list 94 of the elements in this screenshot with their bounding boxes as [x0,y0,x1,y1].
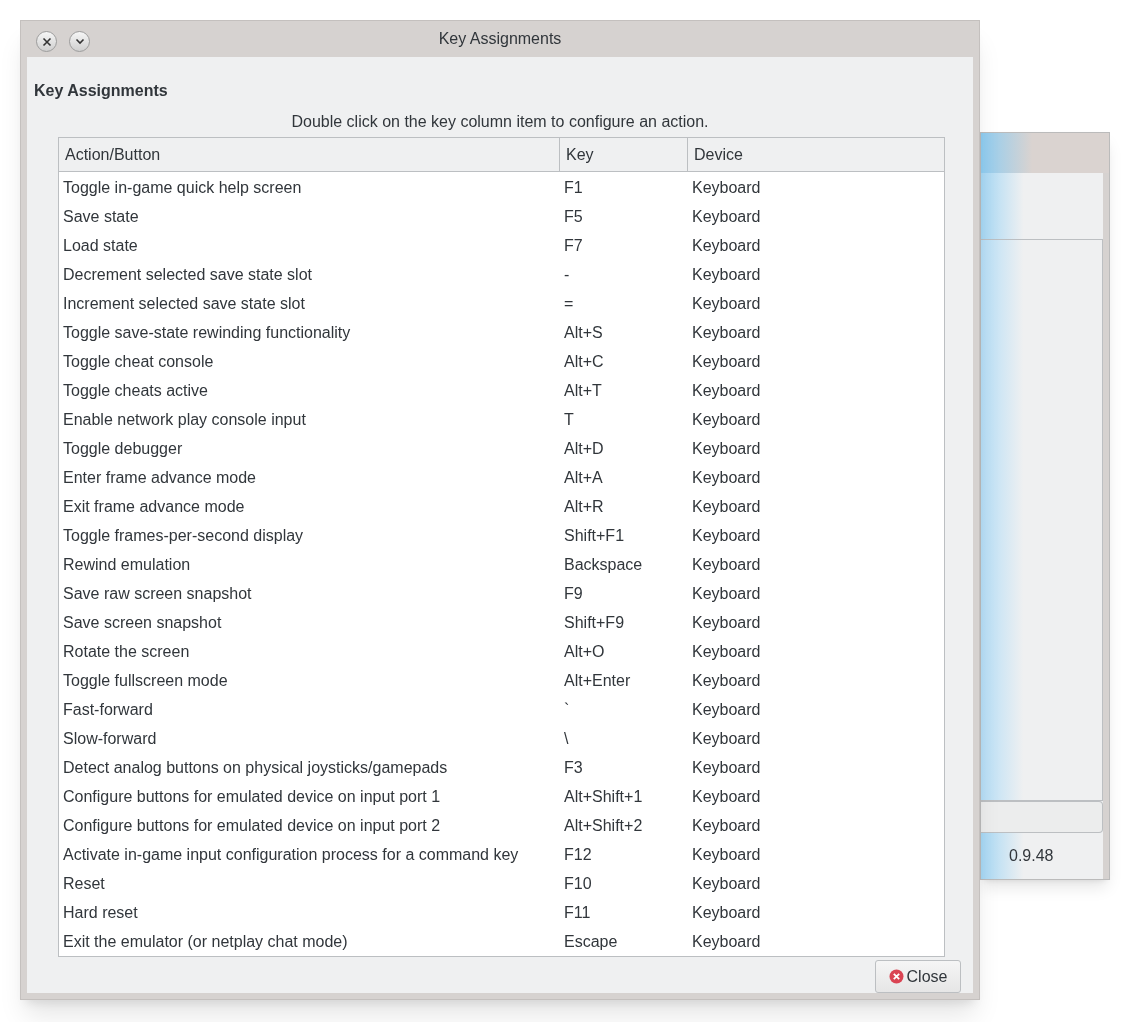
table-cell-text: Alt+T [563,380,603,401]
close-circle-icon [888,969,904,984]
version-label: 0.9.48 [1009,846,1054,866]
table-cell-text: Keyboard [691,786,762,807]
table-cell-text: Keyboard [691,438,762,459]
table-cell-text: T [563,409,575,430]
table-cell-text: Load state [62,235,139,256]
table-cell-text: Toggle cheat console [62,351,215,372]
table-cell-text: Slow-forward [62,728,158,749]
table-cell-text: Keyboard [691,583,762,604]
table-cell-text: Reset [62,873,106,894]
table-cell-text: Keyboard [691,757,762,778]
table-cell-text: Keyboard [691,612,762,633]
table-cell-text: Keyboard [691,351,762,372]
table-cell-text: Keyboard [691,844,762,865]
table-cell-text: Toggle debugger [62,438,184,459]
table-cell-text: Keyboard [691,206,762,227]
table-cell-text: Fast-forward [62,699,154,720]
table-cell-text: F9 [563,583,584,604]
table-cell-text: Toggle cheats active [62,380,209,401]
table-cell-text: Hard reset [62,902,139,923]
instruction-text: Double click on the key column item to configure an action. [291,112,709,132]
table-cell-text: Alt+O [563,641,606,662]
table-cell-text: Increment selected save state slot [62,293,306,314]
minimize-window-button[interactable] [69,31,90,52]
chevron-down-icon [74,38,85,45]
table-cell-text: Alt+Shift+1 [563,786,644,807]
table-cell-text: Keyboard [691,931,762,952]
table-cell-text: Exit frame advance mode [62,496,246,517]
window-title: Key Assignments [438,29,562,49]
table-cell-text: F5 [563,206,584,227]
table-cell-text: Save raw screen snapshot [62,583,253,604]
table-cell-text: Toggle fullscreen mode [62,670,229,691]
table-cell-text: Keyboard [691,322,762,343]
table-cell-text: Rotate the screen [62,641,191,662]
table-cell-text: Keyboard [691,293,762,314]
table-cell-text: Backspace [563,554,644,575]
table-cell-text: F3 [563,757,584,778]
table-cell-text: Shift+F9 [563,612,626,633]
table-cell-text: Alt+D [563,438,605,459]
table-cell-text: Keyboard [691,554,762,575]
table-cell-text: Escape [563,931,619,952]
table-cell-text: F10 [563,873,593,894]
dialog-heading: Key Assignments [34,81,168,101]
table-cell-text: Decrement selected save state slot [62,264,313,285]
table-cell-text: Alt+R [563,496,605,517]
table-cell-text: Keyboard [691,496,762,517]
table-cell-text: Alt+Enter [563,670,632,691]
table-cell-text: Alt+S [563,322,604,343]
table-cell-text: F11 [563,902,592,923]
table-cell-text: Configure buttons for emulated device on input port 2 [62,815,442,836]
table-cell-text: Save screen snapshot [62,612,223,633]
table-cell-text: F1 [563,177,584,198]
table-cell-text: Keyboard [691,902,762,923]
table-cell-text: - [563,264,571,285]
table-cell-text: Keyboard [691,728,762,749]
table-cell-text: Activate in-game input configuration process for a command key [62,844,520,865]
table-cell-text: Keyboard [691,409,762,430]
table-cell-text: Keyboard [691,641,762,662]
table-cell-text: Rewind emulation [62,554,192,575]
table-cell-text: Exit the emulator (or netplay chat mode) [62,931,349,952]
close-window-button[interactable] [36,31,57,52]
table-cell-text: Keyboard [691,177,762,198]
table-cell-text: Keyboard [691,264,762,285]
close-button[interactable]: Close [875,960,961,993]
table-cell-text: Alt+A [563,467,604,488]
table-cell-text: ` [563,699,571,720]
table-cell-text: Keyboard [691,815,762,836]
table-cell-text: Enable network play console input [62,409,307,430]
column-header[interactable]: Key [560,138,688,171]
table-cell-text: Alt+C [563,351,605,372]
table-cell-text: Detect analog buttons on physical joysticks/gamepads [62,757,449,778]
column-header[interactable]: Action/Button [59,138,560,171]
table-cell-text: F7 [563,235,584,256]
table-cell-text: = [563,293,575,314]
table-cell-text: \ [563,728,570,749]
table-cell-text: Alt+Shift+2 [563,815,644,836]
table-cell-text: Configure buttons for emulated device on input port 1 [62,786,442,807]
table-cell-text: Keyboard [691,380,762,401]
table-cell-text: Enter frame advance mode [62,467,257,488]
table-cell-text: Keyboard [691,525,762,546]
table-cell-text: Keyboard [691,670,762,691]
table-cell-text: Toggle frames-per-second display [62,525,305,546]
table-cell-text: Keyboard [691,467,762,488]
table-cell-text: Keyboard [691,699,762,720]
close-icon [41,36,52,47]
table-cell-text: Keyboard [691,873,762,894]
table-cell-text: Toggle in-game quick help screen [62,177,303,198]
table-cell-text: Keyboard [691,235,762,256]
table-cell-text: Shift+F1 [563,525,626,546]
table-cell-text: Save state [62,206,140,227]
column-header[interactable]: Device [688,138,944,171]
table-cell-text: Toggle save-state rewinding functionality [62,322,352,343]
table-cell-text: F12 [563,844,593,865]
